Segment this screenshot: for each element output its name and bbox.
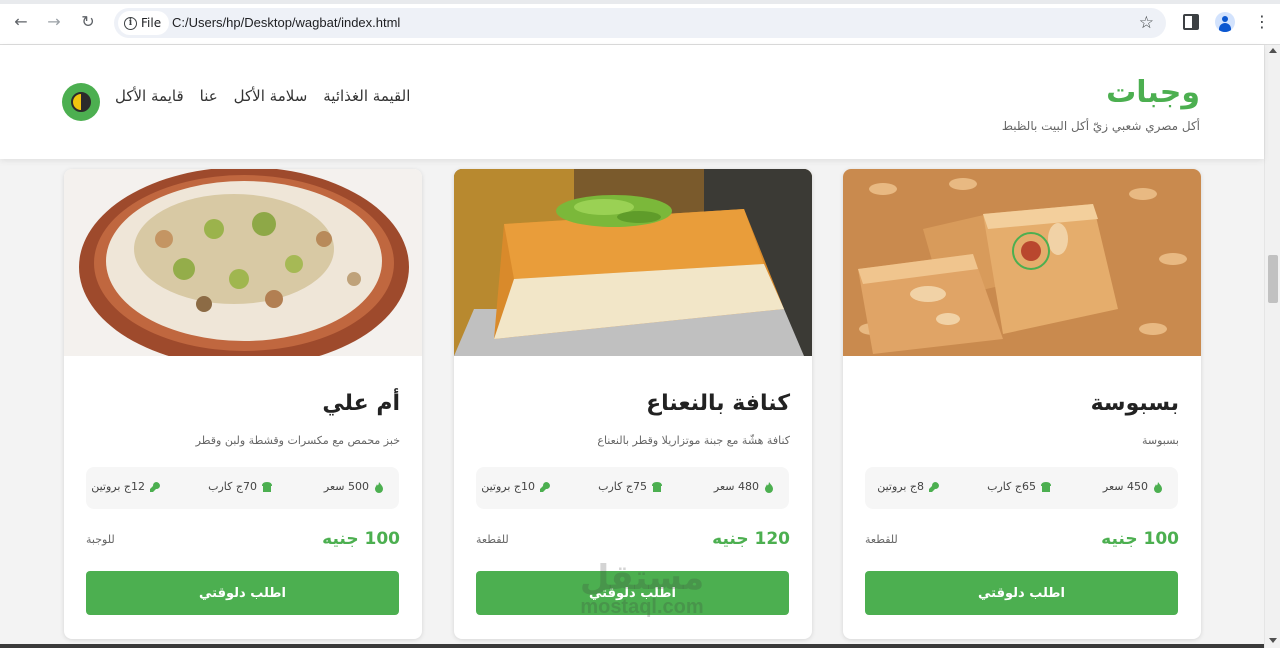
back-arrow-icon[interactable]: ← bbox=[10, 11, 32, 33]
bread-icon bbox=[652, 481, 662, 492]
nav-nutrition[interactable]: القيمة الغذائية bbox=[323, 87, 410, 105]
calories-info: 500 سعر bbox=[324, 480, 385, 493]
nutrition-box: 450 سعر 65ج كارب 8ج بروتين bbox=[865, 467, 1178, 509]
price-unit: للقطعة bbox=[476, 533, 509, 546]
price: 120 جنيه bbox=[712, 529, 790, 549]
drumstick-icon bbox=[929, 481, 939, 492]
protein-info: 12ج بروتين bbox=[91, 480, 161, 493]
site-header: وجبات أكل مصري شعبي زيّ أكل البيت بالظبط… bbox=[0, 45, 1264, 159]
protein-info: 10ج بروتين bbox=[481, 480, 551, 493]
flame-icon bbox=[765, 481, 773, 493]
nav-food-safety[interactable]: سلامة الأكل bbox=[234, 87, 308, 105]
browser-toolbar: ← → ↻ i File C:/Users/hp/Desktop/wagbat/… bbox=[0, 0, 1280, 45]
nav-about[interactable]: عنا bbox=[200, 87, 218, 105]
theme-toggle-button[interactable] bbox=[62, 83, 100, 121]
card-description: خبز محمص مع مكسرات وقشطة ولبن وقطر bbox=[195, 434, 400, 447]
card-description: كنافة هشّة مع جبنة موتزاريلا وقطر بالنعن… bbox=[597, 434, 790, 447]
taskbar-edge bbox=[0, 644, 1264, 648]
flame-icon bbox=[375, 481, 383, 493]
order-now-button[interactable]: اطلب دلوقتي bbox=[86, 571, 399, 615]
info-icon: i bbox=[124, 16, 137, 30]
page-scrollbar[interactable] bbox=[1264, 45, 1280, 648]
card-description: بسبوسة bbox=[1142, 434, 1179, 447]
side-panel-icon[interactable] bbox=[1183, 14, 1199, 30]
star-icon[interactable]: ☆ bbox=[1139, 13, 1154, 33]
nutrition-box: 500 سعر 70ج كارب 12ج بروتين bbox=[86, 467, 399, 509]
forward-arrow-icon[interactable]: → bbox=[43, 11, 65, 33]
scroll-down-icon[interactable] bbox=[1269, 638, 1277, 643]
menu-card-om-ali: أم علي خبز محمص مع مكسرات وقشطة ولبن وقط… bbox=[64, 169, 422, 639]
scroll-thumb[interactable] bbox=[1268, 255, 1278, 303]
card-title: بسبوسة bbox=[1090, 391, 1179, 416]
url-text[interactable]: C:/Users/hp/Desktop/wagbat/index.html bbox=[172, 15, 400, 30]
reload-icon[interactable]: ↻ bbox=[77, 11, 99, 33]
brand-title: وجبات bbox=[1106, 75, 1200, 110]
bread-icon bbox=[262, 481, 272, 492]
site-info-chip[interactable]: i File bbox=[118, 11, 170, 35]
carbs-info: 70ج كارب bbox=[208, 480, 273, 493]
brand-subtitle: أكل مصري شعبي زيّ أكل البيت بالظبط bbox=[1001, 119, 1200, 133]
price-unit: للوجبة bbox=[86, 533, 115, 546]
nav-menu[interactable]: قايمة الأكل bbox=[115, 87, 184, 105]
price: 100 جنيه bbox=[322, 529, 400, 549]
menu-dots-icon[interactable]: ⋮ bbox=[1254, 12, 1270, 32]
order-now-button[interactable]: اطلب دلوقتي bbox=[476, 571, 789, 615]
flame-icon bbox=[1154, 481, 1162, 493]
price: 100 جنيه bbox=[1101, 529, 1179, 549]
carbs-info: 65ج كارب bbox=[987, 480, 1052, 493]
main-nav: قايمة الأكل عنا سلامة الأكل القيمة الغذا… bbox=[115, 87, 410, 105]
order-now-button[interactable]: اطلب دلوقتي bbox=[865, 571, 1178, 615]
profile-icon[interactable] bbox=[1215, 12, 1235, 32]
basbousa-photo bbox=[843, 169, 1201, 356]
calories-info: 450 سعر bbox=[1103, 480, 1164, 493]
tab-strip-edge bbox=[0, 0, 1280, 4]
carbs-info: 75ج كارب bbox=[598, 480, 663, 493]
om-ali-photo bbox=[64, 169, 422, 356]
drumstick-icon bbox=[150, 481, 160, 492]
protein-info: 8ج بروتين bbox=[877, 480, 940, 493]
nutrition-box: 480 سعر 75ج كارب 10ج بروتين bbox=[476, 467, 789, 509]
bread-icon bbox=[1041, 481, 1051, 492]
menu-card-basbousa: بسبوسة بسبوسة 450 سعر 65ج كارب 8ج بروتين… bbox=[843, 169, 1201, 639]
card-title: كنافة بالنعناع bbox=[646, 391, 790, 416]
calories-info: 480 سعر bbox=[714, 480, 775, 493]
price-unit: للقطعة bbox=[865, 533, 898, 546]
card-title: أم علي bbox=[322, 391, 400, 416]
scroll-up-icon[interactable] bbox=[1269, 48, 1277, 53]
menu-card-kunafa: كنافة بالنعناع كنافة هشّة مع جبنة موتزار… bbox=[454, 169, 812, 639]
site-chip-label: File bbox=[141, 16, 162, 30]
kunafa-photo bbox=[454, 169, 812, 356]
address-bar[interactable]: i File C:/Users/hp/Desktop/wagbat/index.… bbox=[114, 8, 1166, 38]
drumstick-icon bbox=[540, 481, 550, 492]
half-moon-icon bbox=[71, 92, 91, 112]
